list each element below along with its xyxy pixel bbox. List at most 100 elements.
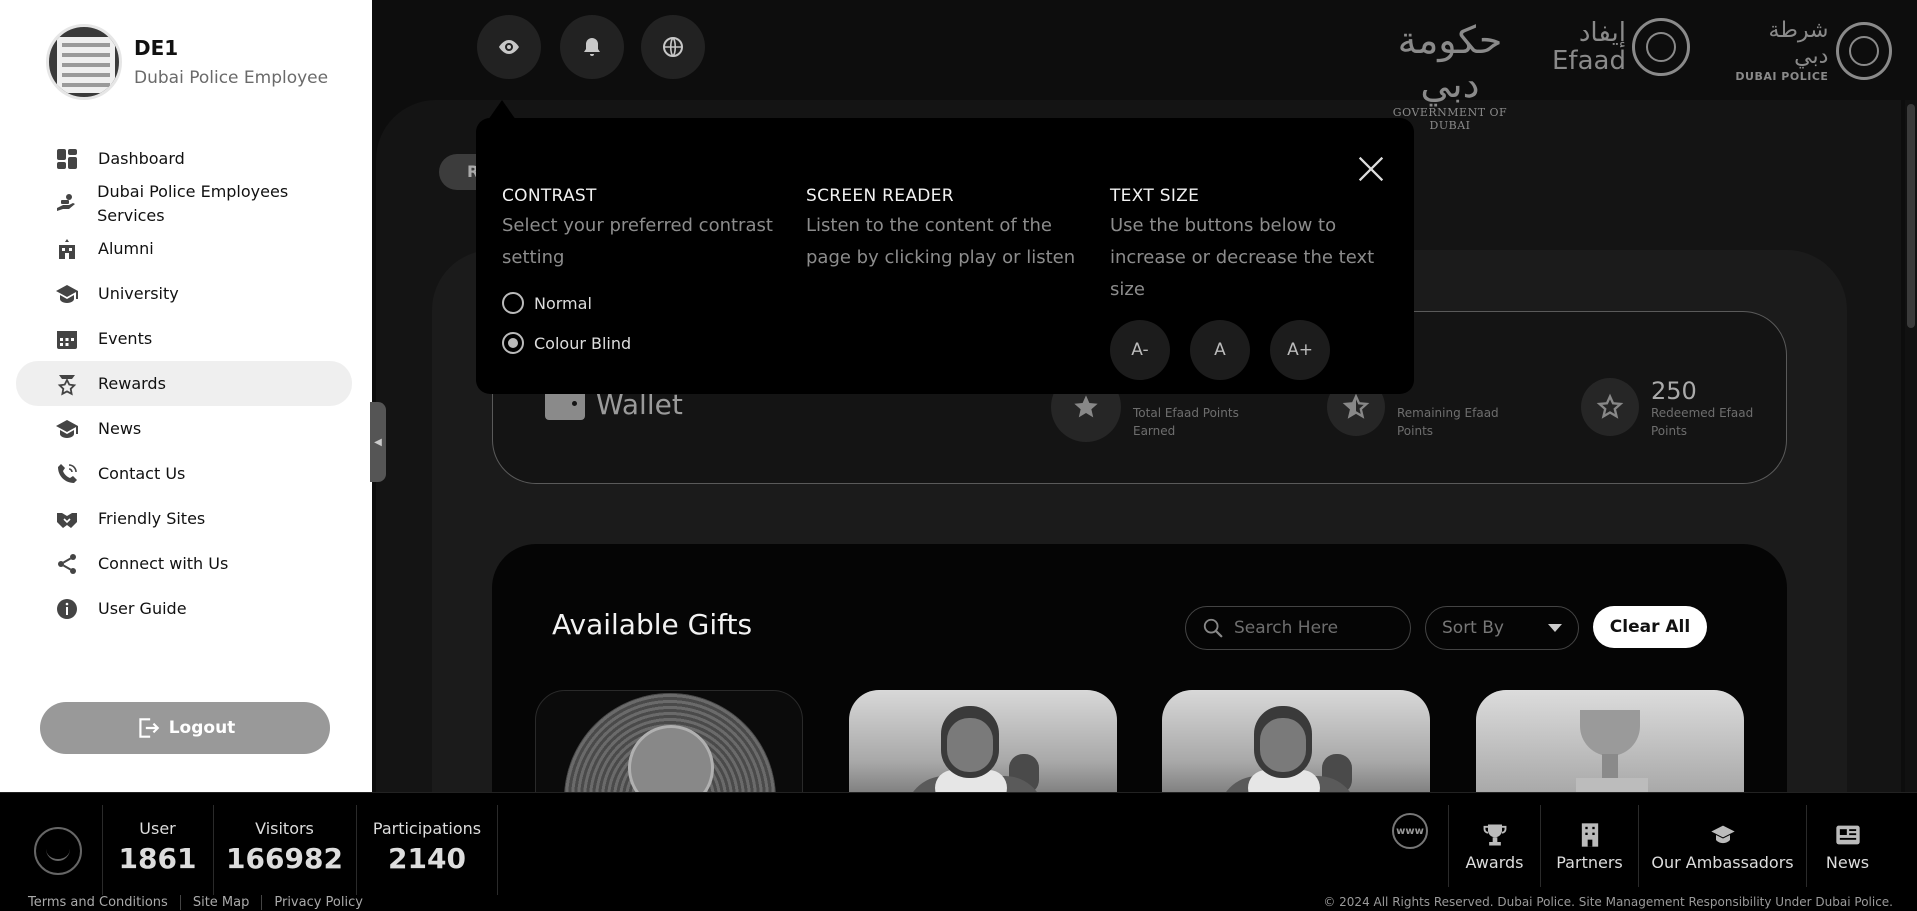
text-size-description: Use the buttons below to increase or dec… — [1110, 215, 1375, 300]
available-gifts-section: Available Gifts Sort By Clear All — [492, 544, 1787, 810]
footer-stat-participations: Participations 2140 — [356, 805, 498, 895]
search-input[interactable] — [1234, 618, 1404, 638]
contrast-section: CONTRAST Select your preferred contrast … — [502, 186, 782, 354]
popup-arrow — [488, 100, 516, 120]
logout-icon — [139, 718, 159, 738]
building-icon — [54, 236, 80, 262]
sidebar-item-label: User Guide — [98, 598, 187, 618]
footer-nav-ambassadors[interactable]: Our Ambassadors — [1638, 805, 1806, 887]
sidebar-collapse-handle[interactable]: ◀ — [370, 402, 386, 482]
dubai-police-seal-icon — [1836, 21, 1892, 80]
reward-star-icon — [54, 371, 80, 397]
sidebar-item-label: Contact Us — [98, 463, 186, 483]
contrast-description: Select your preferred contrast setting — [502, 215, 773, 268]
sidebar-item-label: Events — [98, 328, 153, 348]
user-profile[interactable]: DE1 Dubai Police Employee — [46, 24, 328, 100]
search-icon — [1203, 618, 1223, 638]
sidebar-item-label: Dubai Police Employees Services — [97, 181, 289, 225]
avatar — [46, 24, 122, 100]
contrast-option-colour-blind[interactable]: Colour Blind — [502, 332, 782, 354]
scrollbar-thumb[interactable] — [1907, 104, 1915, 328]
radio-label: Normal — [534, 293, 592, 313]
footer-stat-label: User — [139, 819, 176, 838]
close-icon[interactable] — [1354, 152, 1388, 186]
stat-label: Remaining Efaad Points — [1397, 406, 1499, 438]
sidebar-item-university[interactable]: University — [16, 271, 352, 316]
efaad-logo[interactable]: إيفاد Efaad — [1552, 18, 1708, 76]
stat-redeemed-points: 250 Redeemed Efaad Points — [1581, 378, 1761, 440]
sidebar-item-rewards[interactable]: Rewards — [16, 361, 352, 406]
sidebar-item-events[interactable]: Events — [16, 316, 352, 361]
sidebar-item-label: Connect with Us — [98, 553, 229, 573]
sidebar-item-dashboard[interactable]: Dashboard — [16, 136, 352, 181]
screen-reader-description: Listen to the content of the page by cli… — [806, 215, 1076, 268]
footer-nav-label: News — [1825, 852, 1870, 872]
efaad-seal-icon — [1631, 18, 1690, 76]
info-icon — [54, 596, 80, 622]
gifts-title: Available Gifts — [552, 608, 753, 641]
language-button[interactable] — [641, 15, 705, 79]
clear-all-button[interactable]: Clear All — [1593, 606, 1707, 648]
footer-nav-label: Our Ambassadors — [1651, 852, 1794, 872]
sidebar-item-label: University — [98, 283, 179, 303]
logo-arabic-text: حكومة دبي — [1397, 18, 1503, 106]
text-size-title: TEXT SIZE — [1110, 186, 1200, 206]
logo-arabic-text: شرطة دبي — [1768, 18, 1829, 69]
government-of-dubai-logo[interactable]: حكومة دبي GOVERNMENT OF DUBAI — [1372, 18, 1528, 132]
phone-icon — [54, 461, 80, 487]
chevron-down-icon — [1548, 624, 1562, 632]
sidebar-item-news[interactable]: News — [16, 406, 352, 451]
contrast-title: CONTRAST — [502, 186, 597, 206]
footer-nav-label: Partners — [1556, 852, 1623, 872]
sort-label: Sort By — [1442, 618, 1504, 638]
logout-button[interactable]: Logout — [40, 702, 330, 754]
footer-nav-awards[interactable]: Awards — [1448, 805, 1540, 887]
logo-english-text: Efaad — [1552, 46, 1626, 76]
sidebar-item-user-guide[interactable]: User Guide — [16, 586, 352, 631]
footer-stat-users: User 1861 — [102, 805, 212, 895]
share-icon — [54, 551, 80, 577]
footer-stat-label: Visitors — [255, 819, 314, 838]
footer-stat-value: 1861 — [118, 842, 197, 875]
privacy-policy-link[interactable]: Privacy Policy — [274, 895, 375, 910]
radio-label: Colour Blind — [534, 333, 632, 353]
sidebar-item-employee-services[interactable]: Dubai Police Employees Services — [16, 181, 352, 226]
footer: User 1861 Visitors 166982 Participations… — [0, 792, 1917, 911]
footer-nav-news[interactable]: News — [1806, 805, 1888, 887]
sidebar-item-connect-with-us[interactable]: Connect with Us — [16, 541, 352, 586]
smiley-feedback-icon[interactable] — [34, 827, 82, 875]
footer-links: Terms and Conditions Site Map Privacy Po… — [28, 895, 387, 910]
radio-button[interactable] — [502, 292, 524, 314]
site-map-link[interactable]: Site Map — [193, 895, 263, 910]
trophy-icon — [1483, 824, 1506, 845]
contrast-option-normal[interactable]: Normal — [502, 292, 782, 314]
hand-service-icon — [54, 191, 79, 217]
search-box[interactable] — [1185, 606, 1411, 650]
dubai-police-logo[interactable]: شرطة دبي DUBAI POLICE — [1732, 18, 1892, 83]
footer-nav-partners[interactable]: Partners — [1540, 805, 1638, 887]
person-face — [1260, 718, 1306, 772]
sidebar-item-alumni[interactable]: Alumni — [16, 226, 352, 271]
trophy-cup — [1580, 710, 1640, 756]
sidebar-item-label: Friendly Sites — [98, 508, 206, 528]
person-face — [947, 718, 993, 772]
increase-text-button[interactable]: A+ — [1270, 320, 1330, 380]
stat-label: Total Efaad Points Earned — [1133, 406, 1239, 438]
notifications-button[interactable] — [560, 15, 624, 79]
reset-text-button[interactable]: A — [1190, 320, 1250, 380]
accessibility-button[interactable] — [477, 15, 541, 79]
website-icon[interactable]: www — [1392, 813, 1428, 849]
sidebar-item-label: Alumni — [98, 238, 154, 258]
radio-button-selected[interactable] — [502, 332, 524, 354]
decrease-text-button[interactable]: A- — [1110, 320, 1170, 380]
screen-reader-section: SCREEN READER Listen to the content of t… — [806, 186, 1086, 274]
footer-stat-visitors: Visitors 166982 — [213, 805, 355, 895]
sidebar-item-contact-us[interactable]: Contact Us — [16, 451, 352, 496]
terms-link[interactable]: Terms and Conditions — [28, 895, 181, 910]
footer-stat-label: Participations — [372, 819, 482, 838]
sort-dropdown[interactable]: Sort By — [1425, 606, 1579, 650]
logo-arabic-text: إيفاد — [1578, 18, 1626, 48]
handshake-icon — [54, 506, 80, 532]
sidebar-item-friendly-sites[interactable]: Friendly Sites — [16, 496, 352, 541]
globe-icon — [663, 37, 683, 57]
